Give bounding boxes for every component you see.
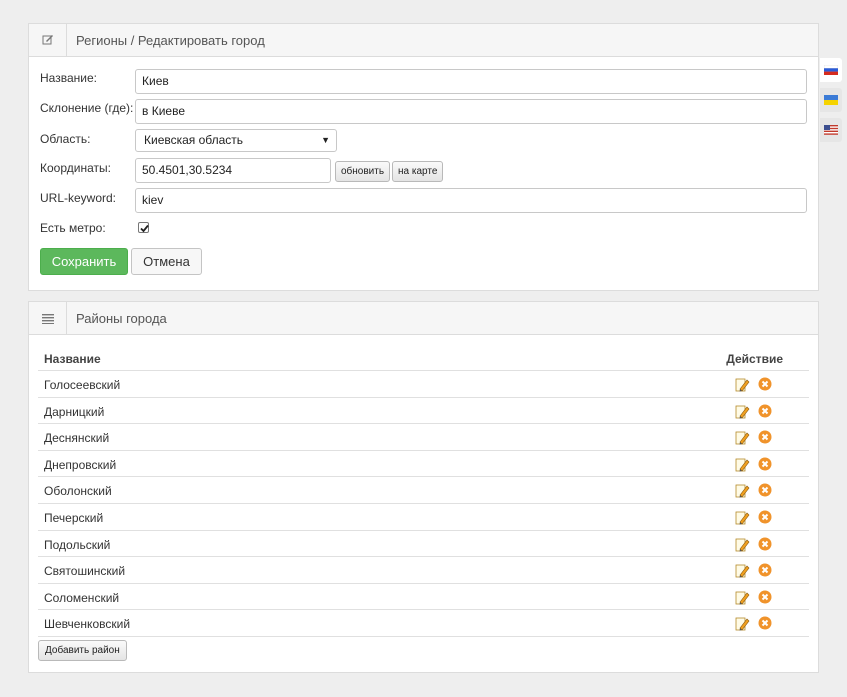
district-name: Дарницкий [44,404,105,419]
district-name: Соломенский [44,590,120,605]
panel-header: Районы города [29,302,818,335]
edit-pencil-icon[interactable] [735,537,750,552]
edit-pencil-icon[interactable] [735,377,750,392]
update-coords-button[interactable]: обновить [335,161,391,182]
district-name: Шевченковский [44,617,131,632]
panel-header: Регионы / Редактировать город [29,24,818,57]
ua-flag-icon [824,95,838,105]
edit-pencil-icon[interactable] [735,404,750,419]
ru-flag-icon [824,65,838,75]
us-flag-icon [824,125,838,135]
save-button[interactable]: Сохранить [40,248,128,275]
delete-icon[interactable] [758,404,772,418]
checkmark-icon [140,224,149,233]
districts-title: Районы города [76,310,167,326]
declension-input[interactable]: в Киеве [135,99,807,124]
row-actions [735,430,772,445]
table-row: Днепровский [38,451,809,478]
list-icon [29,302,67,334]
districts-table: Название Действие Голосеевский Дарницкий Д… [38,344,809,637]
url-keyword-label: URL-keyword: [40,191,117,205]
delete-icon[interactable] [758,457,772,471]
delete-icon[interactable] [758,616,772,630]
table-row: Соломенский [38,584,809,611]
row-actions [735,404,772,419]
delete-icon[interactable] [758,510,772,524]
url-keyword-input[interactable]: kiev [135,188,807,213]
name-label: Название: [40,71,97,85]
delete-icon[interactable] [758,377,772,391]
edit-pencil-icon[interactable] [735,430,750,445]
row-actions [735,537,772,552]
region-select-value: Киевская область [144,133,244,147]
edit-pencil-icon[interactable] [735,616,750,631]
table-row: Шевченковский [38,610,809,637]
row-actions [735,457,772,472]
edit-pencil-icon[interactable] [735,563,750,578]
coords-label: Координаты: [40,161,111,175]
city-edit-panel: Регионы / Редактировать город Название: … [28,23,819,291]
region-select[interactable]: Киевская область ▼ [135,129,337,152]
name-input[interactable]: Киев [135,69,807,94]
delete-icon[interactable] [758,537,772,551]
table-row: Печерский [38,504,809,531]
table-body: Голосеевский Дарницкий Деснянский Днепровск… [38,371,809,637]
district-name: Святошинский [44,564,126,579]
column-header-name: Название [44,352,101,366]
metro-checkbox[interactable] [138,222,149,233]
coords-input[interactable]: 50.4501,30.5234 [135,158,331,183]
table-row: Подольский [38,531,809,558]
edit-icon [29,24,67,56]
edit-pencil-icon[interactable] [735,590,750,605]
district-name: Днепровский [44,457,117,472]
show-on-map-button[interactable]: на карте [392,161,444,182]
delete-icon[interactable] [758,563,772,577]
edit-pencil-icon[interactable] [735,483,750,498]
table-row: Оболонский [38,477,809,504]
lang-tab-en[interactable] [820,118,842,142]
edit-pencil-icon[interactable] [735,510,750,525]
page-title: Регионы / Редактировать город [76,32,265,48]
lang-tab-ru[interactable] [820,58,842,82]
table-row: Голосеевский [38,371,809,398]
lang-tab-ua[interactable] [820,88,842,112]
table-row: Святошинский [38,557,809,584]
district-name: Печерский [44,510,104,525]
declension-label: Склонение (где): [40,101,134,115]
table-row: Дарницкий [38,398,809,425]
column-header-action: Действие [726,352,783,366]
district-name: Деснянский [44,431,110,446]
row-actions [735,510,772,525]
delete-icon[interactable] [758,483,772,497]
row-actions [735,616,772,631]
district-name: Голосеевский [44,378,121,392]
dropdown-arrow-icon: ▼ [321,135,330,145]
edit-pencil-icon[interactable] [735,457,750,472]
district-name: Оболонский [44,484,112,499]
region-label: Область: [40,132,91,146]
row-actions [735,563,772,578]
row-actions [735,590,772,605]
district-name: Подольский [44,537,111,552]
districts-panel: Районы города Название Действие Голосеев… [28,301,819,673]
table-row: Деснянский [38,424,809,451]
table-header: Название Действие [38,344,809,371]
delete-icon[interactable] [758,430,772,444]
row-actions [735,483,772,498]
row-actions [735,377,772,392]
metro-label: Есть метро: [40,221,106,235]
cancel-button[interactable]: Отмена [131,248,202,275]
delete-icon[interactable] [758,590,772,604]
add-district-button[interactable]: Добавить район [38,640,127,661]
